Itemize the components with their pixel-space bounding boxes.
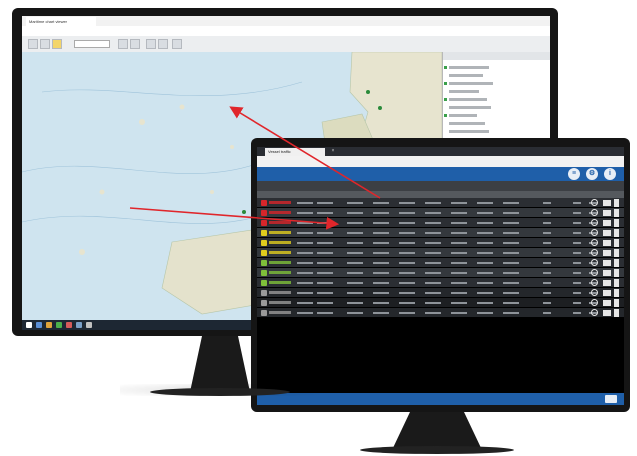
arrow-map-to-table (129, 207, 340, 230)
connector-arrows (129, 106, 381, 230)
arrow-row-to-map (229, 106, 381, 199)
